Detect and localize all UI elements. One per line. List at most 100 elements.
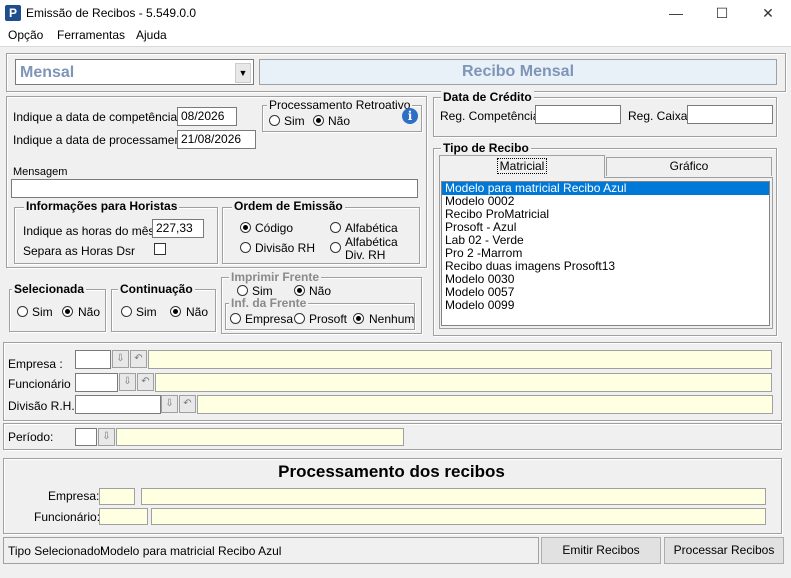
info-icon[interactable]: i bbox=[402, 108, 418, 124]
periodo-name-field bbox=[116, 428, 404, 446]
title-bar: P Emissão de Recibos - 5.549.0.0 — ☐ ✕ bbox=[0, 0, 791, 27]
ordem-alfabetica-div-radio[interactable] bbox=[330, 242, 341, 253]
recibo-header: Recibo Mensal bbox=[259, 59, 777, 85]
retroativo-sim-label: Sim bbox=[284, 114, 305, 128]
ordem-divisao-radio[interactable] bbox=[240, 242, 251, 253]
ordem-divisao-label: Divisão RH bbox=[255, 241, 316, 255]
periodo-lookup-icon[interactable]: ⇩ bbox=[98, 428, 115, 446]
imprimir-sim-radio[interactable] bbox=[237, 285, 248, 296]
processamento-input[interactable]: 21/08/2026 bbox=[177, 130, 256, 149]
window-title: Emissão de Recibos - 5.549.0.0 bbox=[26, 6, 197, 20]
app-icon: P bbox=[5, 5, 21, 21]
funcionario-lookup-icon[interactable]: ⇩ bbox=[119, 373, 136, 391]
competencia-label: Indique a data de competência bbox=[13, 110, 178, 124]
close-button[interactable]: ✕ bbox=[745, 0, 791, 27]
inf-nenhum-label: Nenhum bbox=[369, 312, 415, 326]
continuacao-nao-label: Não bbox=[186, 305, 209, 319]
competencia-input[interactable]: 08/2026 bbox=[177, 107, 237, 126]
tipo-recibo-list[interactable]: Modelo para matricial Recibo Azul Modelo… bbox=[441, 181, 770, 326]
proc-funcionario-name bbox=[151, 508, 766, 525]
divisao-label: Divisão R.H.: bbox=[8, 399, 79, 413]
minimize-button[interactable]: — bbox=[653, 0, 699, 27]
ordem-legend: Ordem de Emissão bbox=[232, 199, 345, 213]
dsr-checkbox[interactable] bbox=[154, 243, 166, 255]
retroativo-legend: Processamento Retroativo bbox=[267, 98, 413, 112]
selecionada-nao-label: Não bbox=[78, 305, 101, 319]
ordem-codigo-radio[interactable] bbox=[240, 222, 251, 233]
retroativo-nao-radio[interactable] bbox=[313, 115, 324, 126]
processamento-label: Indique a data de processamento bbox=[13, 133, 192, 147]
imprimir-nao-label: Não bbox=[309, 284, 332, 298]
reg-caixa-label: Reg. Caixa bbox=[628, 109, 688, 123]
tab-grafico[interactable]: Gráfico bbox=[606, 157, 772, 176]
ordem-alfabetica-div-label-2: Div. RH bbox=[345, 248, 386, 262]
funcionario-label: Funcionário : bbox=[8, 377, 78, 391]
proc-empresa-code bbox=[99, 488, 135, 505]
processar-recibos-button[interactable]: Processar Recibos bbox=[664, 537, 784, 564]
proc-empresa-label: Empresa: bbox=[48, 489, 100, 503]
menu-opcao[interactable]: Opção bbox=[8, 28, 43, 42]
list-item[interactable]: Modelo 0099 bbox=[442, 299, 769, 312]
menu-ajuda[interactable]: Ajuda bbox=[136, 28, 167, 42]
selecionada-legend: Selecionada bbox=[12, 282, 87, 296]
horas-label: Indique as horas do mês bbox=[23, 224, 155, 238]
reg-competencia-input[interactable] bbox=[535, 105, 621, 124]
status-value: Modelo para matricial Recibo Azul bbox=[100, 544, 282, 558]
ordem-codigo-label: Código bbox=[255, 221, 294, 235]
inf-empresa-radio[interactable] bbox=[230, 313, 241, 324]
recibo-type-value: Mensal bbox=[20, 64, 75, 81]
emitir-recibos-button[interactable]: Emitir Recibos bbox=[541, 537, 661, 564]
horas-input[interactable]: 227,33 bbox=[152, 219, 204, 238]
chevron-down-icon[interactable]: ▼ bbox=[235, 63, 251, 83]
funcionario-clear-icon[interactable]: ↶ bbox=[137, 373, 154, 391]
tab-matricial[interactable]: Matricial bbox=[439, 155, 605, 178]
processamento-title: Processamento dos recibos bbox=[278, 462, 505, 481]
funcionario-code-input[interactable] bbox=[75, 373, 118, 392]
divisao-code-input[interactable] bbox=[75, 395, 161, 414]
empresa-code-input[interactable] bbox=[75, 350, 111, 369]
divisao-lookup-icon[interactable]: ⇩ bbox=[161, 395, 178, 413]
continuacao-sim-label: Sim bbox=[136, 305, 157, 319]
funcionario-name-field bbox=[155, 373, 772, 392]
proc-funcionario-code bbox=[99, 508, 148, 525]
empresa-label: Empresa : bbox=[8, 357, 63, 371]
empresa-clear-icon[interactable]: ↶ bbox=[130, 350, 147, 368]
recibo-type-select[interactable]: Mensal ▼ bbox=[15, 59, 254, 85]
retroativo-sim-radio[interactable] bbox=[269, 115, 280, 126]
mensagem-input[interactable] bbox=[11, 179, 418, 198]
inf-prosoft-radio[interactable] bbox=[294, 313, 305, 324]
status-label: Tipo Selecionado: bbox=[8, 544, 104, 558]
selecionada-sim-label: Sim bbox=[32, 305, 53, 319]
horistas-legend: Informações para Horistas bbox=[24, 199, 180, 213]
ordem-alfabetica-label: Alfabética bbox=[345, 221, 398, 235]
menu-ferramentas[interactable]: Ferramentas bbox=[57, 28, 125, 42]
divisao-clear-icon[interactable]: ↶ bbox=[179, 395, 196, 413]
divisao-name-field bbox=[197, 395, 773, 414]
empresa-name-field bbox=[148, 350, 772, 369]
reg-caixa-input[interactable] bbox=[687, 105, 773, 124]
retroativo-nao-label: Não bbox=[328, 114, 351, 128]
inf-nenhum-radio[interactable] bbox=[353, 313, 364, 324]
selecionada-sim-radio[interactable] bbox=[17, 306, 28, 317]
ordem-alfabetica-div-label: Alfabética bbox=[345, 235, 398, 249]
credito-legend: Data de Crédito bbox=[441, 90, 534, 104]
maximize-button[interactable]: ☐ bbox=[699, 0, 745, 27]
empresa-lookup-icon[interactable]: ⇩ bbox=[112, 350, 129, 368]
tab-grafico-label: Gráfico bbox=[669, 159, 709, 173]
ordem-alfabetica-radio[interactable] bbox=[330, 222, 341, 233]
continuacao-legend: Continuação bbox=[118, 282, 195, 296]
menu-bar: Opção Ferramentas Ajuda bbox=[0, 27, 791, 47]
imprimir-frente-legend: Imprimir Frente bbox=[229, 270, 322, 284]
inf-empresa-label: Empresa bbox=[245, 312, 294, 326]
menu-separator bbox=[0, 46, 791, 47]
mensagem-label: Mensagem bbox=[13, 166, 68, 178]
selecionada-nao-radio[interactable] bbox=[62, 306, 73, 317]
inf-prosoft-label: Prosoft bbox=[309, 312, 348, 326]
tab-matricial-label: Matricial bbox=[496, 158, 548, 174]
periodo-code-input[interactable] bbox=[75, 428, 97, 446]
periodo-label: Período: bbox=[8, 430, 54, 444]
imprimir-nao-radio[interactable] bbox=[294, 285, 305, 296]
inf-frente-legend: Inf. da Frente bbox=[229, 296, 309, 310]
continuacao-sim-radio[interactable] bbox=[121, 306, 132, 317]
continuacao-nao-radio[interactable] bbox=[170, 306, 181, 317]
